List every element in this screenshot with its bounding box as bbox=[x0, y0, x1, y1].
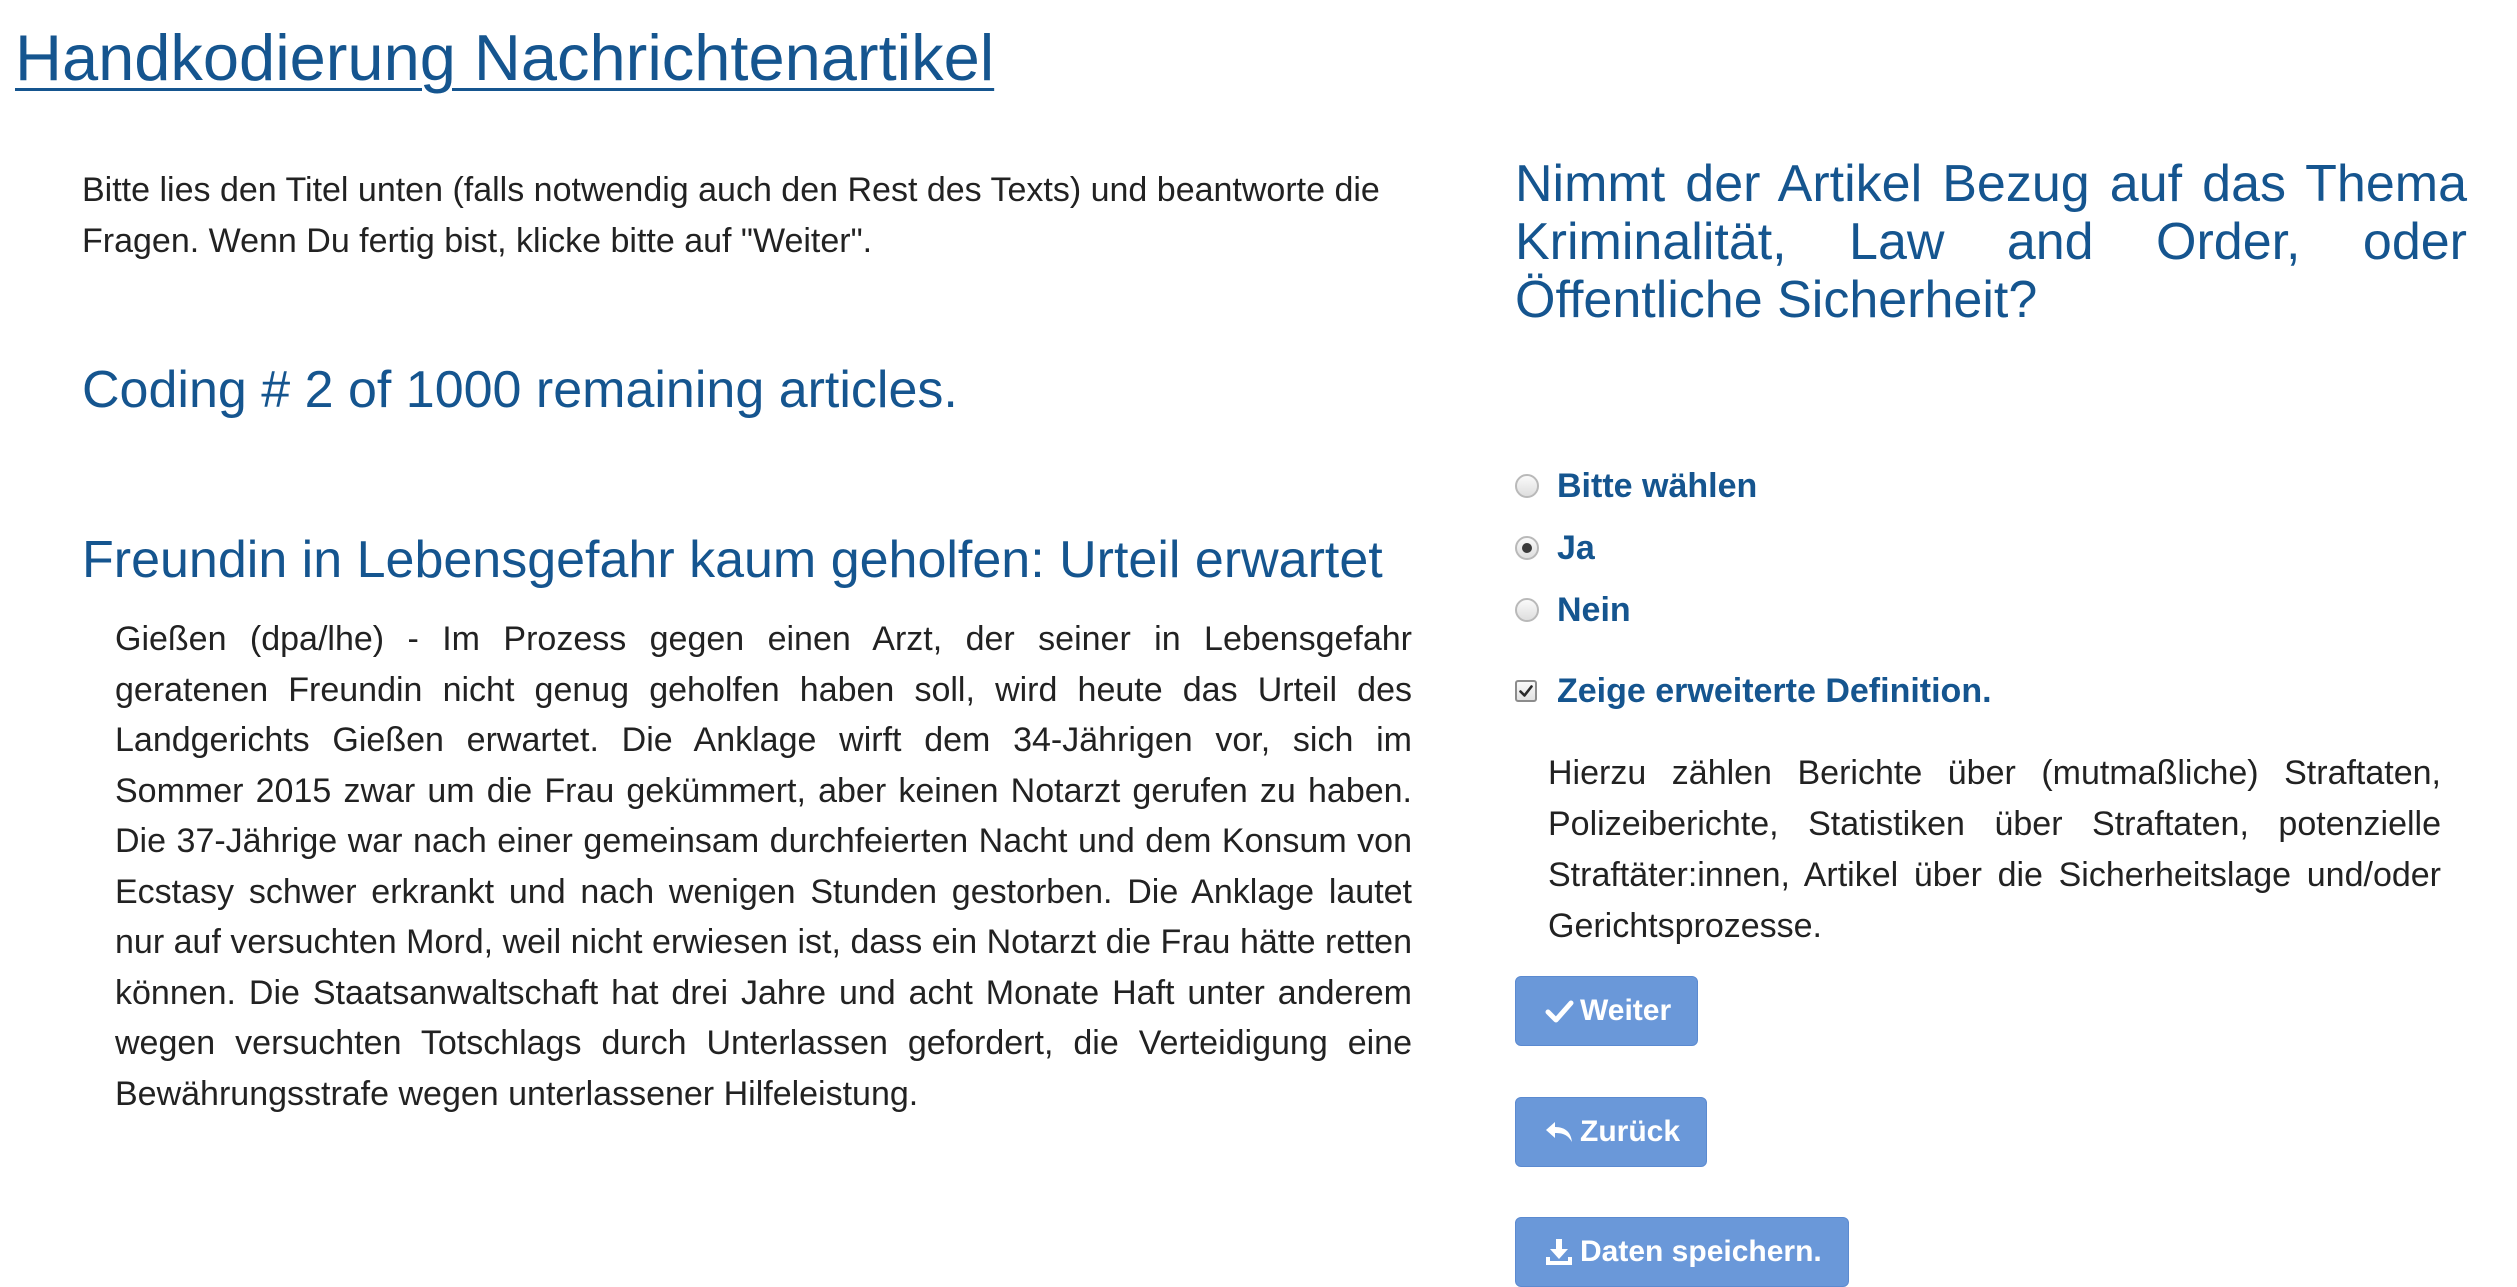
article-body: Gießen (dpa/lhe) - Im Prozess gegen eine… bbox=[115, 620, 1412, 1113]
checkmark-icon bbox=[1542, 994, 1576, 1028]
next-button[interactable]: Weiter bbox=[1515, 976, 1699, 1046]
page-title-link[interactable]: Handkodierung Nachrichtenartikel bbox=[15, 18, 994, 98]
radio-option-ja[interactable]: Ja bbox=[1515, 517, 2467, 579]
radio-label: Nein bbox=[1557, 590, 1631, 629]
back-button[interactable]: Zurück bbox=[1515, 1097, 1708, 1167]
reply-arrow-icon bbox=[1542, 1115, 1576, 1149]
radio-option-bitte-waehlen[interactable]: Bitte wählen bbox=[1515, 455, 2467, 517]
instructions-text: Bitte lies den Titel unten (falls notwen… bbox=[82, 171, 1380, 260]
radio-button[interactable] bbox=[1515, 474, 1539, 498]
question-heading: Nimmt der Artikel Bezug auf das Thema Kr… bbox=[1515, 155, 2467, 329]
save-data-button-label: Daten speichern. bbox=[1580, 1235, 1822, 1268]
back-button-label: Zurück bbox=[1580, 1115, 1681, 1148]
answer-radio-group: Bitte wählen Ja Nein bbox=[1515, 455, 2467, 641]
radio-label: Ja bbox=[1557, 528, 1595, 567]
show-definition-toggle[interactable]: Zeige erweiterte Definition. bbox=[1515, 660, 1992, 722]
radio-button-selected[interactable] bbox=[1515, 536, 1539, 560]
checkmark-icon bbox=[1519, 685, 1533, 697]
next-button-label: Weiter bbox=[1580, 994, 1672, 1027]
radio-option-nein[interactable]: Nein bbox=[1515, 579, 2467, 641]
show-definition-checkbox[interactable] bbox=[1515, 680, 1537, 702]
coding-progress-heading: Coding # 2 of 1000 remaining articles. bbox=[82, 361, 958, 419]
article-title: Freundin in Lebensgefahr kaum geholfen: … bbox=[82, 531, 1383, 589]
extended-definition-text: Hierzu zählen Berichte über (mutmaßliche… bbox=[1548, 754, 2441, 945]
radio-button[interactable] bbox=[1515, 598, 1539, 622]
show-definition-label: Zeige erweiterte Definition. bbox=[1557, 671, 1992, 710]
save-data-button[interactable]: Daten speichern. bbox=[1515, 1217, 1849, 1287]
download-icon bbox=[1542, 1235, 1576, 1269]
radio-label: Bitte wählen bbox=[1557, 466, 1758, 505]
